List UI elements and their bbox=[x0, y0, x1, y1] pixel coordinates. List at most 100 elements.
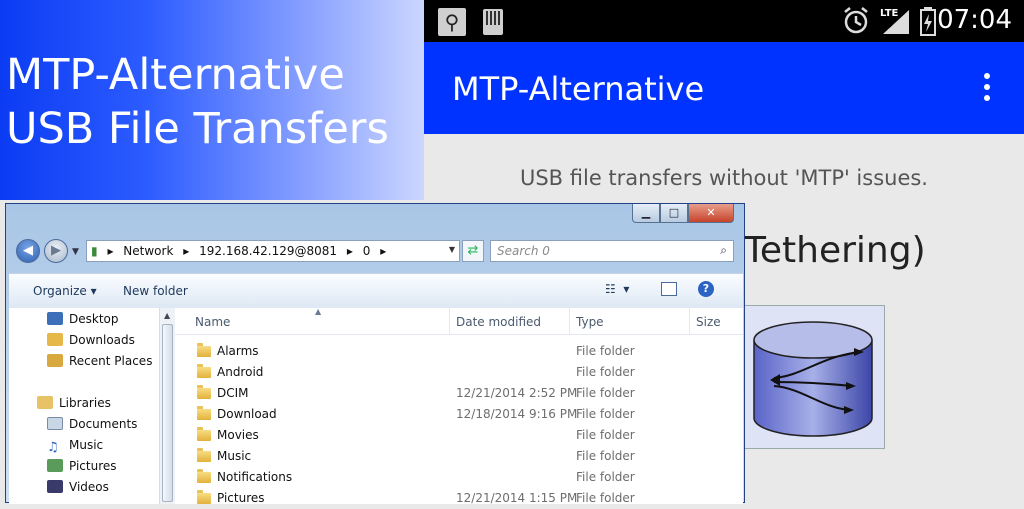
file-name: Notifications bbox=[217, 470, 293, 484]
file-type: File folder bbox=[576, 407, 635, 421]
file-name: Movies bbox=[217, 428, 259, 442]
file-type: File folder bbox=[576, 449, 635, 463]
file-type: File folder bbox=[576, 386, 635, 400]
history-dropdown-icon[interactable]: ▼ bbox=[72, 247, 79, 257]
close-button[interactable]: ✕ bbox=[688, 204, 734, 223]
file-name: Download bbox=[217, 407, 277, 421]
search-icon[interactable]: ⌕ bbox=[720, 243, 727, 258]
sd-card-icon bbox=[482, 8, 504, 36]
chevron-right-icon[interactable]: ▸ bbox=[107, 244, 113, 258]
chevron-right-icon[interactable]: ▸ bbox=[380, 244, 386, 258]
folder-icon bbox=[197, 427, 211, 441]
battery-icon bbox=[919, 6, 937, 40]
nav-item-recent-places[interactable]: Recent Places bbox=[47, 352, 152, 370]
search-input[interactable]: Search 0 ⌕ bbox=[490, 240, 734, 262]
recent-places-icon bbox=[47, 354, 63, 367]
organize-label: Organize bbox=[33, 284, 87, 298]
column-size[interactable]: Size bbox=[696, 315, 721, 329]
file-date-modified: 12/21/2014 1:15 PM bbox=[456, 491, 578, 505]
music-icon: ♫ bbox=[47, 440, 59, 455]
android-app-bar: MTP-Alternative bbox=[424, 42, 1024, 134]
file-row[interactable]: Pictures 12/21/2014 1:15 PM File folder bbox=[175, 488, 735, 509]
help-icon[interactable]: ? bbox=[698, 281, 714, 297]
back-button[interactable]: ◀ bbox=[16, 239, 40, 263]
file-list: ▲ Name Date modified Type Size Alarms Fil… bbox=[175, 307, 743, 505]
database-transfer-icon bbox=[741, 305, 885, 449]
alarm-icon bbox=[842, 6, 870, 40]
banner-title-line1: MTP-Alternative bbox=[6, 50, 345, 100]
nav-item-pictures[interactable]: Pictures bbox=[47, 457, 117, 475]
sort-arrow-icon: ▲ bbox=[315, 307, 322, 316]
nav-item-videos[interactable]: Videos bbox=[47, 478, 109, 496]
file-name: Alarms bbox=[217, 344, 259, 358]
overflow-menu-icon[interactable] bbox=[984, 73, 992, 106]
address-bar[interactable]: ▮ ▸ Network ▸ 192.168.42.129@8081 ▸ 0 ▸ … bbox=[86, 240, 460, 262]
breadcrumb-host[interactable]: 192.168.42.129@8081 bbox=[199, 244, 337, 258]
views-button[interactable]: ☷ ▾ bbox=[605, 282, 629, 296]
file-row[interactable]: Alarms File folder bbox=[175, 341, 735, 362]
folder-icon bbox=[197, 448, 211, 462]
android-status-bar: ⚲ LTE 07:04 bbox=[424, 0, 1024, 42]
file-row[interactable]: Download 12/18/2014 9:16 PM File folder bbox=[175, 404, 735, 425]
address-dropdown-icon[interactable]: ▼ bbox=[449, 245, 455, 254]
column-name[interactable]: Name bbox=[195, 315, 230, 329]
column-date-modified[interactable]: Date modified bbox=[456, 315, 541, 329]
new-folder-button[interactable]: New folder bbox=[123, 284, 188, 298]
preview-pane-icon[interactable] bbox=[661, 282, 677, 296]
videos-icon bbox=[47, 480, 63, 493]
nav-item-label: Libraries bbox=[59, 396, 111, 410]
folder-icon bbox=[197, 406, 211, 420]
signal-icon: LTE bbox=[879, 6, 911, 40]
file-row[interactable]: Music File folder bbox=[175, 446, 735, 467]
partial-heading: Tethering) bbox=[744, 230, 926, 271]
minimize-button[interactable]: ▁ bbox=[632, 204, 660, 223]
maximize-button[interactable]: □ bbox=[660, 204, 688, 223]
chevron-right-icon[interactable]: ▸ bbox=[347, 244, 353, 258]
navigation-pane-scrollbar[interactable]: ▲ bbox=[159, 308, 175, 504]
file-date-modified: 12/18/2014 9:16 PM bbox=[456, 407, 578, 421]
file-name: DCIM bbox=[217, 386, 249, 400]
folder-icon bbox=[197, 385, 211, 399]
nav-item-label: Downloads bbox=[69, 333, 135, 347]
file-name: Pictures bbox=[217, 491, 265, 505]
nav-item-label: Recent Places bbox=[69, 354, 153, 368]
explorer-window: ▁ □ ✕ ◀ ▶ ▼ ▮ ▸ Network ▸ 192.168.42.129… bbox=[5, 203, 745, 505]
scroll-up-icon[interactable]: ▲ bbox=[164, 311, 170, 320]
file-type: File folder bbox=[576, 344, 635, 358]
refresh-button[interactable]: ⇄ bbox=[462, 240, 484, 262]
forward-button[interactable]: ▶ bbox=[44, 239, 68, 263]
nav-item-downloads[interactable]: Downloads bbox=[47, 331, 135, 349]
breadcrumb-folder[interactable]: 0 bbox=[363, 244, 371, 258]
file-row[interactable]: Movies File folder bbox=[175, 425, 735, 446]
chevron-right-icon[interactable]: ▸ bbox=[183, 244, 189, 258]
breadcrumb-network[interactable]: Network bbox=[123, 244, 173, 258]
nav-item-desktop[interactable]: Desktop bbox=[47, 310, 119, 328]
command-toolbar: Organize ▾ New folder ☷ ▾ ? bbox=[9, 273, 743, 309]
nav-item-libraries[interactable]: Libraries bbox=[37, 394, 111, 412]
file-row[interactable]: Android File folder bbox=[175, 362, 735, 383]
file-row[interactable]: Notifications File folder bbox=[175, 467, 735, 488]
nav-item-label: Music bbox=[69, 438, 104, 452]
downloads-icon bbox=[47, 333, 63, 346]
pictures-icon bbox=[47, 459, 63, 472]
search-placeholder: Search 0 bbox=[497, 244, 550, 258]
file-row[interactable]: DCIM 12/21/2014 2:52 PM File folder bbox=[175, 383, 735, 404]
folder-icon bbox=[197, 364, 211, 378]
nav-item-music[interactable]: ♫ Music bbox=[47, 436, 103, 454]
status-clock: 07:04 bbox=[937, 5, 1012, 35]
desktop-icon bbox=[47, 312, 63, 325]
documents-icon bbox=[47, 417, 63, 430]
file-type: File folder bbox=[576, 470, 635, 484]
column-type[interactable]: Type bbox=[576, 315, 604, 329]
nav-item-label: Pictures bbox=[69, 459, 117, 473]
file-date-modified: 12/21/2014 2:52 PM bbox=[456, 386, 578, 400]
nav-item-documents[interactable]: Documents bbox=[47, 415, 137, 433]
libraries-icon bbox=[37, 396, 53, 409]
nav-item-label: Desktop bbox=[69, 312, 119, 326]
navigation-row: ◀ ▶ ▼ ▮ ▸ Network ▸ 192.168.42.129@8081 … bbox=[14, 239, 738, 265]
network-location-icon: ▮ bbox=[91, 244, 98, 258]
organize-button[interactable]: Organize ▾ bbox=[33, 284, 97, 298]
folder-icon bbox=[197, 343, 211, 357]
scrollbar-thumb[interactable] bbox=[162, 324, 173, 502]
folder-icon bbox=[197, 469, 211, 483]
